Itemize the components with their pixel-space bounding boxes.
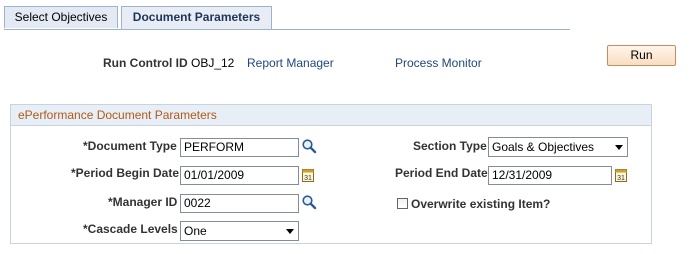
manager-id-field[interactable]: 0022 [180,194,299,213]
tab-divider [4,29,570,30]
section-type-select[interactable]: Goals & Objectives [488,137,628,157]
calendar-icon[interactable]: 31 [302,168,314,182]
overwrite-label: Overwrite existing Item? [411,197,551,211]
chevron-down-icon [286,229,294,234]
run-button[interactable]: Run [607,45,676,66]
report-manager-link[interactable]: Report Manager [247,56,334,70]
calendar-icon[interactable]: 31 [615,168,627,182]
process-monitor-link[interactable]: Process Monitor [395,56,482,70]
cascade-levels-label: *Cascade Levels [83,222,178,236]
document-type-field[interactable]: PERFORM [180,138,299,157]
group-title: ePerformance Document Parameters [11,105,651,126]
run-control-value: OBJ_12 [191,56,235,70]
svg-text:31: 31 [304,175,312,182]
cascade-levels-select[interactable]: One [180,221,299,241]
manager-id-label: *Manager ID [108,195,178,209]
svg-text:31: 31 [617,175,625,182]
section-type-label: Section Type [413,139,487,153]
period-end-date-label: Period End Date [395,166,488,180]
period-begin-date-label: *Period Begin Date [71,166,180,180]
period-end-date-field[interactable]: 12/31/2009 [488,166,612,185]
run-control-label: Run Control ID [103,56,188,70]
tab-document-parameters[interactable]: Document Parameters [121,6,272,30]
lookup-icon[interactable] [301,138,317,154]
cascade-levels-value: One [184,224,207,238]
chevron-down-icon [615,145,623,150]
document-type-label: *Document Type [83,139,177,153]
period-begin-date-field[interactable]: 01/01/2009 [180,166,299,185]
tab-select-objectives[interactable]: Select Objectives [4,6,118,28]
lookup-icon[interactable] [301,194,317,210]
overwrite-checkbox[interactable] [397,198,408,209]
section-type-value: Goals & Objectives [492,140,595,154]
